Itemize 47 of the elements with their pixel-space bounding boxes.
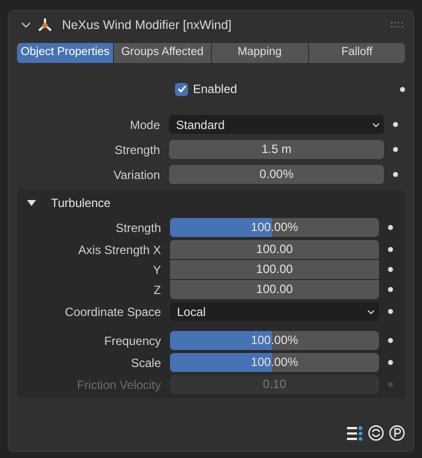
fan-icon <box>37 17 53 33</box>
keyframe-dot-icon[interactable] <box>400 86 404 92</box>
field-label: Strength <box>114 220 162 236</box>
number-field[interactable]: 1.5 m <box>169 140 384 159</box>
field-label: Y <box>152 262 162 278</box>
keyframe-dot-icon[interactable] <box>392 172 398 177</box>
keyframe-dot-icon[interactable] <box>388 382 392 387</box>
keyframe-dot-icon[interactable] <box>388 360 392 365</box>
field-label: Strength <box>114 142 161 158</box>
dropdown[interactable]: Local <box>170 302 379 321</box>
field-label: Variation <box>112 166 161 184</box>
drag-handle-icon[interactable] <box>391 22 403 28</box>
number-field[interactable]: 100.00 <box>170 260 379 279</box>
panel-title: NeXus Wind Modifier [nxWind] <box>62 16 232 34</box>
field-label: Frequency <box>103 332 162 350</box>
field-label: Coordinate Space <box>64 304 162 320</box>
number-field[interactable]: 0.00% <box>169 165 384 184</box>
keyframe-dot-icon[interactable] <box>392 122 398 127</box>
tab[interactable]: Object Properties <box>17 43 114 63</box>
collapse-chevron-icon[interactable] <box>21 20 31 30</box>
dropdown-chevron-icon <box>367 308 375 314</box>
field-label: Mode <box>128 116 161 134</box>
keyframe-dot-icon[interactable] <box>392 147 398 152</box>
subpanel-title: Turbulence <box>51 195 111 212</box>
tab[interactable]: Mapping <box>212 43 308 63</box>
keyframe-dot-icon[interactable] <box>388 338 392 343</box>
number-field[interactable]: 100.00 <box>170 280 379 299</box>
circle-p-icon[interactable] <box>389 425 405 441</box>
refresh-icon[interactable] <box>368 425 384 441</box>
field-label: Friction Velocity <box>76 376 162 394</box>
dropdown-chevron-icon <box>372 122 380 128</box>
keyframe-dot-icon[interactable] <box>388 247 392 252</box>
disclosure-triangle-icon[interactable] <box>27 199 36 207</box>
keyframe-dot-icon[interactable] <box>388 309 392 314</box>
number-field[interactable]: 100.00 <box>170 240 379 259</box>
enabled-checkbox[interactable] <box>175 82 188 96</box>
tab[interactable]: Groups Affected <box>114 43 210 63</box>
field-label: Scale <box>130 354 162 372</box>
checkbox-label: Enabled <box>193 81 238 98</box>
keyframe-dot-icon[interactable] <box>388 287 392 292</box>
tab[interactable]: Falloff <box>308 43 405 63</box>
keyframe-dot-icon[interactable] <box>388 225 392 230</box>
list-icon[interactable] <box>347 426 363 440</box>
keyframe-dot-icon[interactable] <box>388 267 392 272</box>
field-label: Axis Strength X <box>77 242 162 258</box>
dropdown[interactable]: Standard <box>169 115 384 134</box>
field-label: Z <box>152 282 162 298</box>
